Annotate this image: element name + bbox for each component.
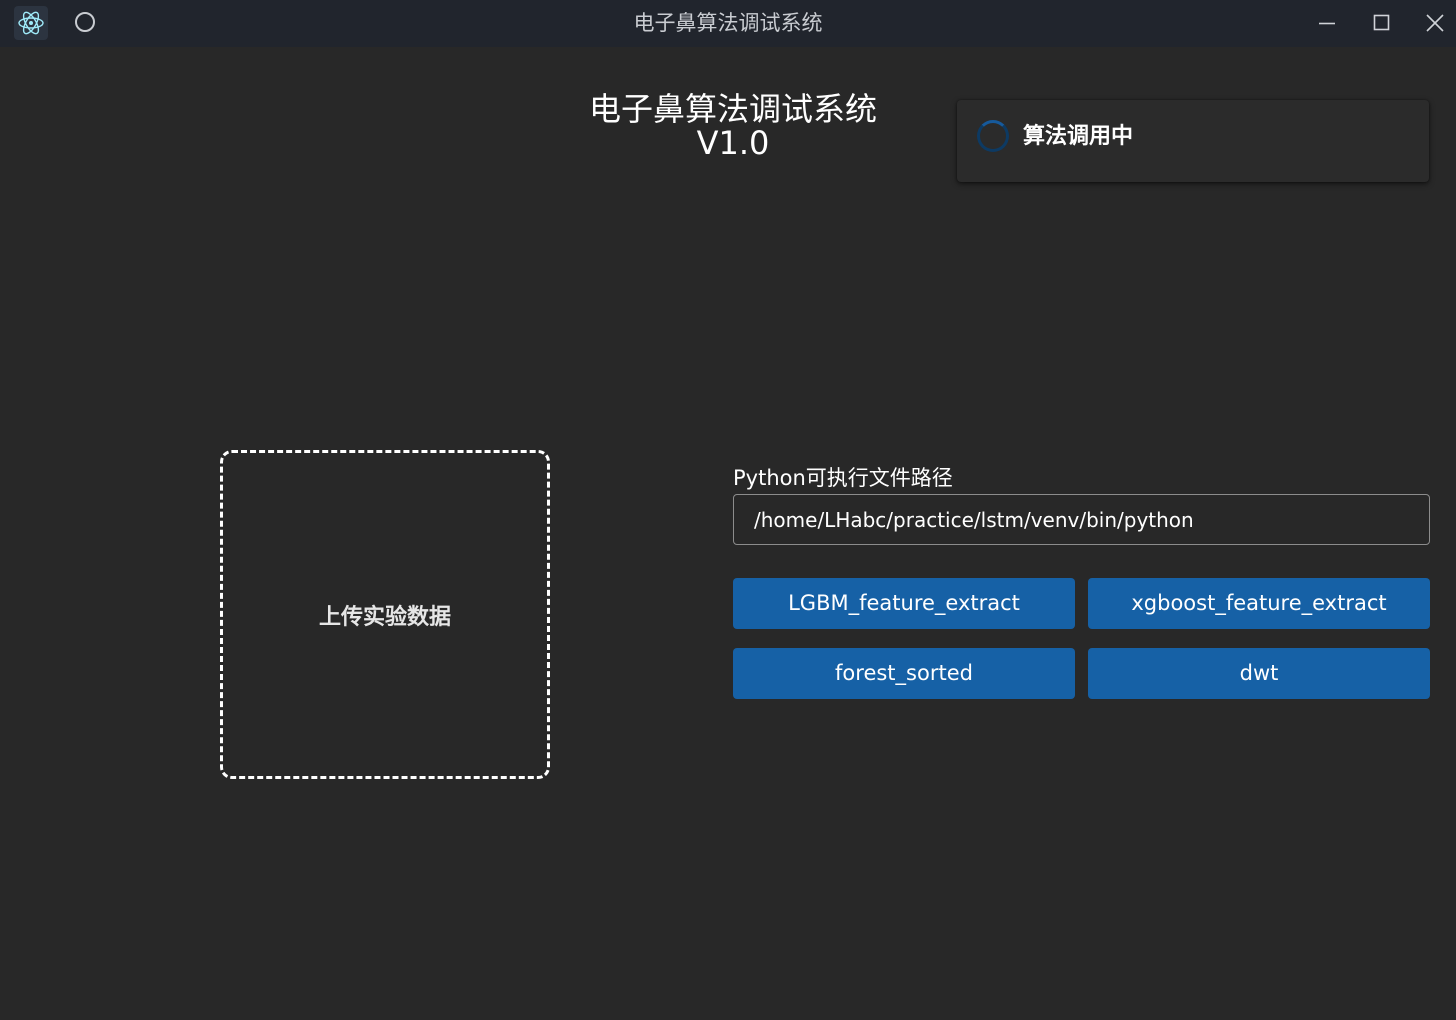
xgboost-feature-extract-button[interactable]: xgboost_feature_extract bbox=[1088, 578, 1430, 629]
title-bar: 电子鼻算法调试系统 bbox=[0, 0, 1456, 47]
python-path-input[interactable] bbox=[733, 494, 1430, 545]
status-text: 算法调用中 bbox=[1023, 124, 1134, 149]
window-title: 电子鼻算法调试系统 bbox=[633, 11, 823, 35]
dwt-button[interactable]: dwt bbox=[1088, 648, 1430, 699]
app-title: 电子鼻算法调试系统 V1.0 bbox=[533, 92, 933, 160]
python-path-label: Python可执行文件路径 bbox=[733, 466, 953, 490]
app-title-name: 电子鼻算法调试系统 bbox=[588, 90, 877, 128]
app-version: V1.0 bbox=[696, 124, 770, 162]
spinner-icon bbox=[977, 120, 1009, 152]
close-icon bbox=[1426, 14, 1444, 32]
status-notification: 算法调用中 bbox=[957, 100, 1429, 182]
forest-sorted-button[interactable]: forest_sorted bbox=[733, 648, 1075, 699]
maximize-icon bbox=[1373, 14, 1390, 31]
minimize-icon bbox=[1319, 22, 1335, 25]
maximize-button[interactable] bbox=[1354, 0, 1408, 47]
upload-dropzone[interactable]: 上传实验数据 bbox=[220, 450, 550, 779]
lgbm-feature-extract-button[interactable]: LGBM_feature_extract bbox=[733, 578, 1075, 629]
upload-label: 上传实验数据 bbox=[318, 604, 451, 630]
close-button[interactable] bbox=[1408, 0, 1456, 47]
minimize-button[interactable] bbox=[1300, 0, 1354, 47]
